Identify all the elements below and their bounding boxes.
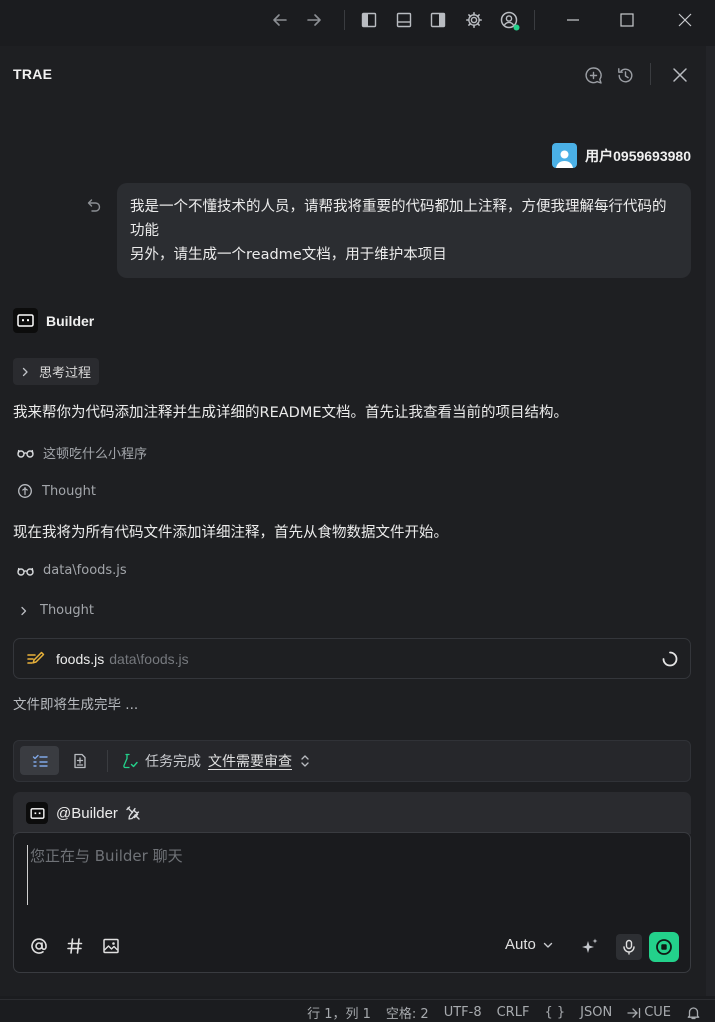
chat-composer: Auto: [13, 832, 691, 973]
assistant-text: 现在我将为所有代码文件添加详细注释，首先从食物数据文件开始。: [13, 525, 448, 541]
cue-indicator[interactable]: CUE: [627, 1005, 671, 1020]
chevron-right-icon: [21, 606, 27, 615]
assistant-header: Builder: [13, 308, 94, 333]
task-complete-icon: [123, 753, 138, 769]
agent-mention: @Builder: [56, 804, 118, 822]
undo-icon[interactable]: [84, 195, 104, 215]
line-ending[interactable]: CRLF: [497, 1005, 530, 1020]
stop-generation-button[interactable]: [649, 932, 679, 962]
chevron-right-icon: [22, 367, 28, 376]
cue-label: CUE: [644, 1005, 671, 1020]
agent-selector[interactable]: @Builder: [13, 792, 691, 834]
file-path: data\foods.js: [109, 650, 189, 667]
generation-status: 文件即将生成完毕 ...: [13, 697, 139, 713]
avatar: [552, 143, 578, 168]
thought-item[interactable]: Thought: [17, 483, 96, 499]
close-panel-icon[interactable]: [669, 64, 691, 86]
expand-updown-icon: [301, 755, 309, 767]
stop-icon: [656, 939, 672, 955]
message-line: 另外，请生成一个readme文档，用于维护本项目: [130, 247, 447, 263]
scrollbar[interactable]: [706, 46, 715, 996]
language-mode[interactable]: JSON: [580, 1005, 612, 1020]
tool-label: 这顿吃什么小程序: [43, 447, 148, 462]
file-diff-icon: [74, 753, 86, 768]
changed-files-tab[interactable]: [65, 746, 95, 775]
maximize-icon[interactable]: [615, 8, 639, 32]
task-bar: 任务完成 文件需要审查: [13, 740, 691, 782]
user-header: 用户0959693980: [552, 143, 691, 168]
file-name: foods.js: [56, 650, 105, 667]
braces-icon[interactable]: { }: [544, 1005, 565, 1020]
tool-view-folder[interactable]: 这顿吃什么小程序: [17, 443, 147, 462]
layout-bottom-icon[interactable]: [394, 10, 414, 30]
microphone-icon[interactable]: [616, 934, 642, 960]
tools-icon[interactable]: [126, 805, 141, 821]
image-upload-icon[interactable]: [100, 935, 122, 957]
encoding[interactable]: UTF-8: [444, 1005, 482, 1020]
status-bar: 行 1，列 1 空格: 2 UTF-8 CRLF { } JSON CUE: [0, 999, 715, 1022]
user-message: 我是一个不懂技术的人员，请帮我将重要的代码都加上注释，方便我理解每行代码的功能 …: [117, 183, 691, 278]
sparkle-icon[interactable]: [579, 936, 601, 958]
glasses-icon: [17, 567, 34, 576]
info-icon: [18, 484, 32, 498]
cursor-position[interactable]: 行 1，列 1: [307, 1003, 371, 1022]
forward-icon[interactable]: [303, 9, 325, 31]
divider: [107, 750, 108, 772]
title-bar: [0, 0, 715, 40]
cue-arrow-icon: [627, 1007, 641, 1018]
chat-input[interactable]: [27, 845, 670, 905]
builder-avatar-icon: [13, 308, 38, 333]
task-list-tab[interactable]: [20, 746, 59, 775]
layout-right-icon[interactable]: [428, 10, 448, 30]
file-edit-card[interactable]: foods.js data\foods.js: [13, 638, 691, 679]
chevron-down-icon: [543, 942, 553, 948]
checklist-icon: [32, 754, 48, 767]
thinking-toggle[interactable]: 思考过程: [13, 358, 100, 385]
thought-toggle[interactable]: Thought: [17, 603, 94, 618]
user-name: 用户0959693980: [585, 147, 691, 164]
assistant-name: Builder: [46, 312, 95, 329]
divider: [344, 10, 345, 30]
message-line: 我是一个不懂技术的人员，请帮我将重要的代码都加上注释，方便我理解每行代码的功能: [130, 199, 667, 239]
model-select[interactable]: Auto: [505, 936, 554, 953]
minimize-icon[interactable]: [561, 8, 585, 32]
task-status-label: 任务完成: [145, 754, 201, 770]
back-icon[interactable]: [269, 9, 291, 31]
thinking-label: 思考过程: [39, 366, 92, 381]
model-label: Auto: [505, 936, 536, 953]
edit-file-icon: [27, 651, 45, 664]
layout-left-icon[interactable]: [359, 10, 379, 30]
notification-bell-icon[interactable]: [686, 1005, 701, 1020]
review-files-link[interactable]: 文件需要审查: [208, 751, 292, 771]
gear-icon[interactable]: [463, 9, 485, 31]
account-icon[interactable]: [498, 9, 522, 33]
loading-spinner-icon: [662, 651, 678, 667]
history-icon[interactable]: [614, 64, 636, 86]
new-chat-icon[interactable]: [582, 64, 604, 86]
close-window-icon[interactable]: [673, 8, 697, 32]
assistant-text: 我来帮你为代码添加注释并生成详细的README文档。首先让我查看当前的项目结构。: [13, 405, 568, 421]
tool-label: data\foods.js: [43, 563, 127, 578]
tool-view-file[interactable]: data\foods.js: [17, 563, 127, 578]
at-mention-icon[interactable]: [28, 935, 50, 957]
thought-label: Thought: [40, 603, 94, 618]
divider: [650, 63, 651, 85]
builder-avatar-icon: [26, 802, 48, 824]
divider: [534, 10, 535, 30]
hash-icon[interactable]: [64, 935, 86, 957]
thought-label: Thought: [42, 483, 96, 499]
task-status[interactable]: 任务完成 文件需要审查: [122, 741, 311, 781]
panel-title: TRAE: [13, 66, 53, 82]
glasses-icon: [17, 449, 34, 458]
indentation[interactable]: 空格: 2: [386, 1003, 429, 1022]
composer-tools: [28, 935, 122, 957]
